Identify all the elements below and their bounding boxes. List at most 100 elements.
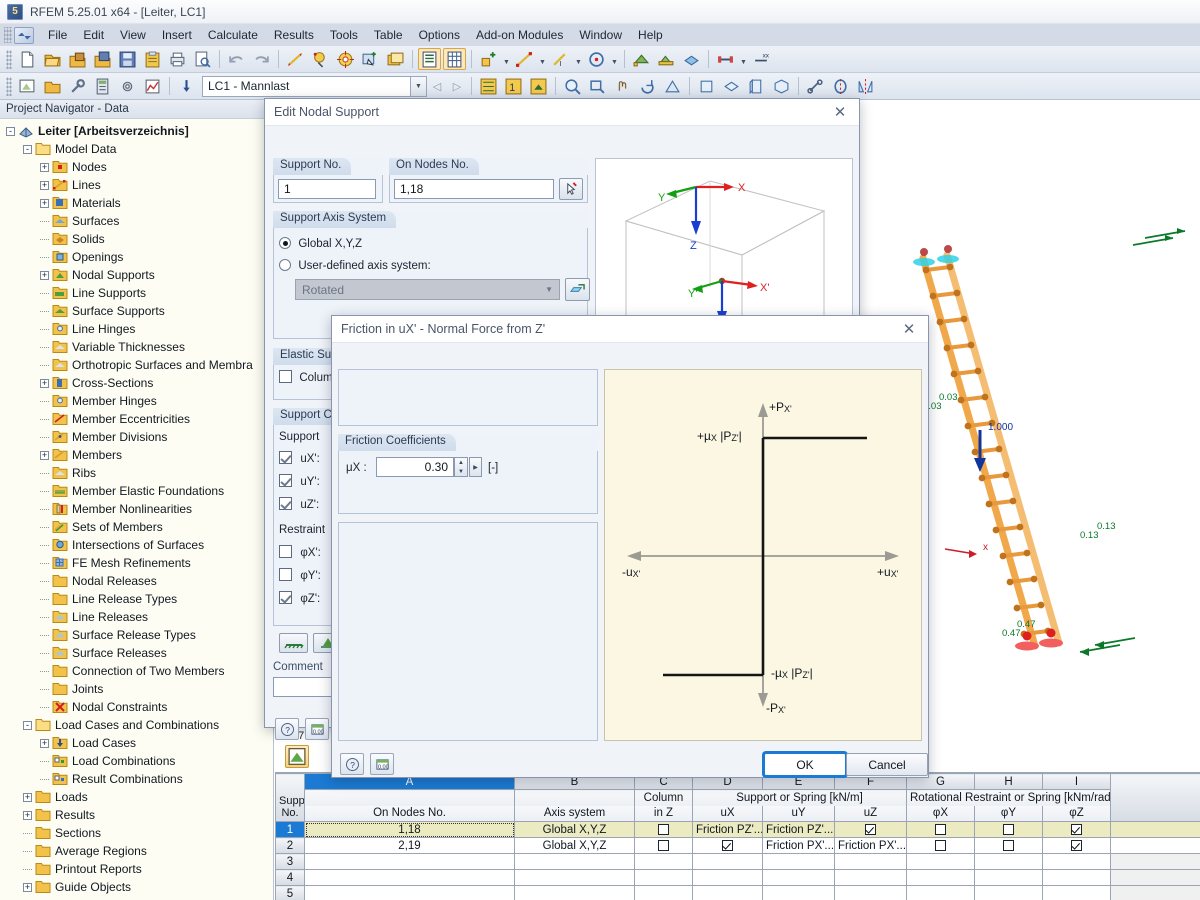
collapse-icon[interactable]: - [23,144,32,154]
cell-uz[interactable] [834,853,907,870]
global-axis-radio[interactable]: Global X,Y,Z [279,236,362,250]
new-file-icon[interactable] [16,48,39,70]
tree-item-member-divisions[interactable]: Member Divisions [0,428,273,446]
units-icon[interactable]: 0.00 [370,753,394,775]
axis-rotation-combo[interactable]: Rotated ▼ [295,279,560,300]
new-solid-icon[interactable] [680,48,703,70]
show-grid-table-icon[interactable] [443,48,466,70]
uy-row[interactable]: uY': [279,474,320,488]
cell-axis-system[interactable] [514,853,635,870]
cell-axis-system[interactable]: Global X,Y,Z [514,837,635,854]
tree-item-results[interactable]: + Results [0,806,273,824]
show-tables-icon[interactable] [418,48,441,70]
results-icon[interactable] [141,75,164,97]
uz-checkbox[interactable] [279,497,292,510]
cell-uz[interactable] [834,885,907,900]
cell-phiz[interactable] [1042,853,1111,870]
tree-item-member-hinges[interactable]: Member Hinges [0,392,273,410]
checkbox[interactable] [722,839,733,851]
menu-tools[interactable]: Tools [322,25,366,45]
table-row[interactable]: 1 1,18 Global X,Y,Z Friction PZ'... Friction… [275,821,1200,838]
tree-item-printout-reports[interactable]: Printout Reports [0,860,273,878]
radio-user-defined[interactable] [279,259,291,271]
tree-item-lines[interactable]: + Lines [0,176,273,194]
cell-on-nodes[interactable]: 1,18 [304,821,515,838]
tree-item-cross-sections[interactable]: + Cross-Sections [0,374,273,392]
cell-uy[interactable]: Friction PZ'... [762,821,835,838]
open-file-icon[interactable] [41,48,64,70]
phiz-checkbox[interactable] [279,591,292,604]
prev-load-case-button[interactable]: ◁ [427,76,447,97]
cell-ux[interactable] [692,869,763,886]
cell-ux[interactable]: Friction PZ'... [692,821,763,838]
view-iso-icon[interactable] [770,75,793,97]
cell-axis-system[interactable] [514,869,635,886]
checkbox[interactable] [865,823,876,835]
help-icon[interactable]: ? [275,718,299,740]
load-case-value[interactable]: LC1 - Mannlast [202,75,410,97]
checkbox[interactable] [935,823,946,835]
close-icon[interactable]: ✕ [896,318,922,340]
new-member-icon[interactable] [714,48,737,70]
row-header[interactable]: 2 [275,837,305,854]
edit-axis-icon[interactable] [565,278,590,301]
print-icon[interactable] [166,48,189,70]
support-no-input[interactable]: 1 [278,179,376,199]
expand-icon[interactable]: + [40,738,49,748]
cell-phiz[interactable] [1042,869,1111,886]
view-3d-icon[interactable] [661,75,684,97]
cell-axis-system[interactable]: Global X,Y,Z [514,821,635,838]
phiy-row[interactable]: φY': [279,568,321,582]
wrench-icon[interactable] [66,75,89,97]
expand-icon[interactable]: + [40,162,49,172]
cell-ux[interactable] [692,853,763,870]
row-header[interactable]: 3 [275,853,305,870]
mu-spinner[interactable]: ▲ ▼ [454,457,468,477]
nodal-supports-table[interactable]: SupportNo.ABCDEFGHIColumnSupport or Spri… [275,772,1200,900]
cell-phiz[interactable] [1042,885,1111,900]
tree-item-load-combinations[interactable]: Load Combinations [0,752,273,770]
tree-item-materials[interactable]: + Materials [0,194,273,212]
next-load-case-button[interactable]: ▷ [447,76,467,97]
row-header[interactable]: 4 [275,869,305,886]
row-header[interactable]: 5 [275,885,305,900]
new-circle-icon[interactable] [585,48,608,70]
new-member-dropdown[interactable]: ▼ [738,48,749,70]
tree-item-members[interactable]: + Members [0,446,273,464]
load-case-icon[interactable] [175,75,198,97]
tree-item-openings[interactable]: Openings [0,248,273,266]
expand-icon[interactable]: + [23,882,32,892]
cell-on-nodes[interactable] [304,885,515,900]
cell-phiy[interactable] [974,853,1043,870]
menu-table[interactable]: Table [366,25,411,45]
cell-phiy[interactable] [974,821,1043,838]
friction-dialog[interactable]: Friction in uX' - Normal Force from Z' ✕… [331,315,929,778]
cell-uy[interactable] [762,869,835,886]
column-checkbox[interactable] [279,370,292,383]
tree-item-solids[interactable]: Solids [0,230,273,248]
expand-icon[interactable]: + [40,180,49,190]
tree-item-connection-of-two-members[interactable]: Connection of Two Members [0,662,273,680]
cell-uy[interactable] [762,885,835,900]
expand-icon[interactable]: + [40,270,49,280]
new-circle-dropdown[interactable]: ▼ [609,48,620,70]
calculator-icon[interactable] [91,75,114,97]
new-line-dropdown[interactable]: ▼ [537,48,548,70]
cell-ux[interactable] [692,885,763,900]
new-line-icon[interactable] [513,48,536,70]
comment-input[interactable] [273,677,335,697]
expand-icon[interactable]: + [23,792,32,802]
cell-phiy[interactable] [974,885,1043,900]
mu-value-input[interactable]: 0.30 [376,457,454,477]
tree-item-load-cases-and-combinations[interactable]: - Load Cases and Combinations [0,716,273,734]
menu-addon-modules[interactable]: Add-on Modules [468,25,571,45]
menu-results[interactable]: Results [266,25,322,45]
cell-column-in-z[interactable] [634,853,693,870]
new-node-dropdown[interactable]: ▼ [501,48,512,70]
tree-item-sets-of-members[interactable]: Sets of Members [0,518,273,536]
open-network-icon[interactable] [91,48,114,70]
clipboard-icon[interactable] [141,48,164,70]
tree-item-ribs[interactable]: Ribs [0,464,273,482]
tree-item-orthotropic-surfaces-and-membra[interactable]: Orthotropic Surfaces and Membra [0,356,273,374]
tree-item-surface-supports[interactable]: Surface Supports [0,302,273,320]
